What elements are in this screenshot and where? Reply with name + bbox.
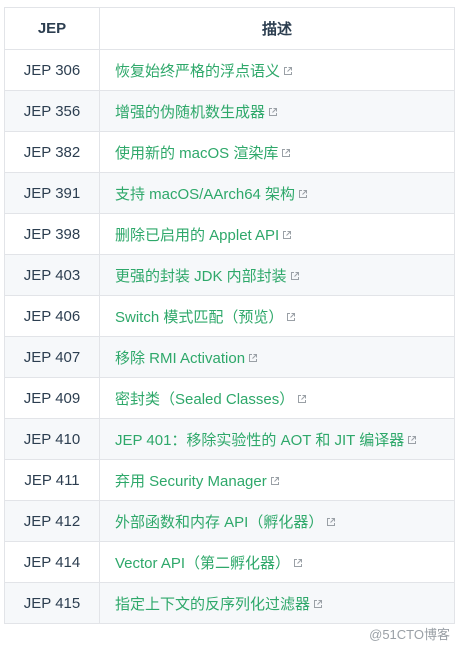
- jep-description-link[interactable]: Vector API（第二孵化器）: [115, 555, 303, 572]
- description-cell: 弃用 Security Manager: [99, 459, 455, 501]
- description-cell: 指定上下文的反序列化过滤器: [99, 582, 455, 624]
- jep-number-cell: JEP 382: [4, 131, 100, 173]
- jep-description-text: 删除已启用的 Applet API: [115, 226, 280, 244]
- table-row: JEP 306 恢复始终严格的浮点语义: [4, 49, 455, 91]
- jep-description-link[interactable]: JEP 401：移除实验性的 AOT 和 JIT 编译器: [115, 432, 417, 449]
- jep-description-text: Vector API（第二孵化器）: [115, 554, 291, 572]
- description-cell: Vector API（第二孵化器）: [99, 541, 455, 583]
- watermark: @51CTO博客: [369, 627, 450, 642]
- external-link-icon: [281, 145, 291, 157]
- jep-description-text: 外部函数和内存 API（孵化器）: [115, 513, 324, 531]
- description-cell: 更强的封装 JDK 内部封装: [99, 254, 455, 296]
- external-link-icon: [326, 514, 336, 526]
- jep-number-cell: JEP 403: [4, 254, 100, 296]
- column-header-jep: JEP: [4, 7, 100, 50]
- jep-description-text: 移除 RMI Activation: [115, 349, 246, 367]
- jep-description-text: 支持 macOS/AArch64 架构: [115, 185, 296, 203]
- table-row: JEP 414 Vector API（第二孵化器）: [4, 541, 455, 583]
- table-row: JEP 411 弃用 Security Manager: [4, 459, 455, 501]
- table-row: JEP 356 增强的伪随机数生成器: [4, 90, 455, 132]
- table-row: JEP 409 密封类（Sealed Classes）: [4, 377, 455, 419]
- jep-description-link[interactable]: 密封类（Sealed Classes）: [115, 391, 307, 408]
- description-cell: 增强的伪随机数生成器: [99, 90, 455, 132]
- external-link-icon: [407, 432, 417, 444]
- jep-description-text: JEP 401：移除实验性的 AOT 和 JIT 编译器: [115, 431, 405, 449]
- external-link-icon: [293, 555, 303, 567]
- jep-description-link[interactable]: 使用新的 macOS 渲染库: [115, 145, 291, 162]
- table-row: JEP 403 更强的封装 JDK 内部封装: [4, 254, 455, 296]
- jep-description-link[interactable]: 增强的伪随机数生成器: [115, 104, 278, 121]
- description-cell: 移除 RMI Activation: [99, 336, 455, 378]
- description-cell: 删除已启用的 Applet API: [99, 213, 455, 255]
- jep-description-link[interactable]: 外部函数和内存 API（孵化器）: [115, 514, 336, 531]
- jep-description-text: 增强的伪随机数生成器: [115, 103, 266, 121]
- table-row: JEP 406 Switch 模式匹配（预览）: [4, 295, 455, 337]
- jep-description-text: 更强的封装 JDK 内部封装: [115, 267, 287, 285]
- external-link-icon: [282, 227, 292, 239]
- external-link-icon: [268, 104, 278, 116]
- external-link-icon: [248, 350, 258, 362]
- jep-number-cell: JEP 411: [4, 459, 100, 501]
- description-cell: 密封类（Sealed Classes）: [99, 377, 455, 419]
- external-link-icon: [297, 391, 307, 403]
- jep-number-cell: JEP 412: [4, 500, 100, 542]
- jep-description-link[interactable]: 更强的封装 JDK 内部封装: [115, 268, 300, 285]
- external-link-icon: [283, 63, 293, 75]
- external-link-icon: [298, 186, 308, 198]
- jep-description-link[interactable]: 弃用 Security Manager: [115, 473, 280, 490]
- jep-description-link[interactable]: Switch 模式匹配（预览）: [115, 309, 296, 326]
- jep-number-cell: JEP 409: [4, 377, 100, 419]
- description-cell: Switch 模式匹配（预览）: [99, 295, 455, 337]
- external-link-icon: [270, 473, 280, 485]
- description-cell: 恢复始终严格的浮点语义: [99, 49, 455, 91]
- jep-description-text: 弃用 Security Manager: [115, 472, 267, 490]
- jep-description-link[interactable]: 恢复始终严格的浮点语义: [115, 63, 293, 80]
- jep-description-text: 密封类（Sealed Classes）: [115, 390, 295, 408]
- jep-number-cell: JEP 410: [4, 418, 100, 460]
- column-header-description: 描述: [99, 7, 455, 50]
- jep-number-cell: JEP 407: [4, 336, 100, 378]
- jep-table: JEP 描述 JEP 306 恢复始终严格的浮点语义 JEP 356 增强的伪随机数生…: [4, 7, 455, 624]
- description-cell: 外部函数和内存 API（孵化器）: [99, 500, 455, 542]
- description-cell: JEP 401：移除实验性的 AOT 和 JIT 编译器: [99, 418, 455, 460]
- table-row: JEP 382 使用新的 macOS 渲染库: [4, 131, 455, 173]
- jep-description-text: 恢复始终严格的浮点语义: [115, 62, 281, 80]
- jep-number-cell: JEP 398: [4, 213, 100, 255]
- description-cell: 支持 macOS/AArch64 架构: [99, 172, 455, 214]
- jep-number-cell: JEP 306: [4, 49, 100, 91]
- table-row: JEP 398 删除已启用的 Applet API: [4, 213, 455, 255]
- jep-description-link[interactable]: 指定上下文的反序列化过滤器: [115, 596, 323, 613]
- table-row: JEP 412 外部函数和内存 API（孵化器）: [4, 500, 455, 542]
- jep-number-cell: JEP 391: [4, 172, 100, 214]
- jep-description-link[interactable]: 支持 macOS/AArch64 架构: [115, 186, 308, 203]
- description-cell: 使用新的 macOS 渲染库: [99, 131, 455, 173]
- jep-number-cell: JEP 356: [4, 90, 100, 132]
- table-row: JEP 415 指定上下文的反序列化过滤器: [4, 582, 455, 624]
- jep-description-text: 指定上下文的反序列化过滤器: [115, 595, 311, 613]
- external-link-icon: [286, 309, 296, 321]
- jep-number-cell: JEP 406: [4, 295, 100, 337]
- jep-description-text: Switch 模式匹配（预览）: [115, 308, 284, 326]
- jep-description-text: 使用新的 macOS 渲染库: [115, 144, 279, 162]
- table-row: JEP 407 移除 RMI Activation: [4, 336, 455, 378]
- table-row: JEP 391 支持 macOS/AArch64 架构: [4, 172, 455, 214]
- jep-number-cell: JEP 414: [4, 541, 100, 583]
- external-link-icon: [290, 268, 300, 280]
- jep-number-cell: JEP 415: [4, 582, 100, 624]
- table-header-row: JEP 描述: [4, 7, 455, 50]
- table-row: JEP 410 JEP 401：移除实验性的 AOT 和 JIT 编译器: [4, 418, 455, 460]
- jep-description-link[interactable]: 删除已启用的 Applet API: [115, 227, 292, 244]
- jep-description-link[interactable]: 移除 RMI Activation: [115, 350, 258, 367]
- external-link-icon: [313, 596, 323, 608]
